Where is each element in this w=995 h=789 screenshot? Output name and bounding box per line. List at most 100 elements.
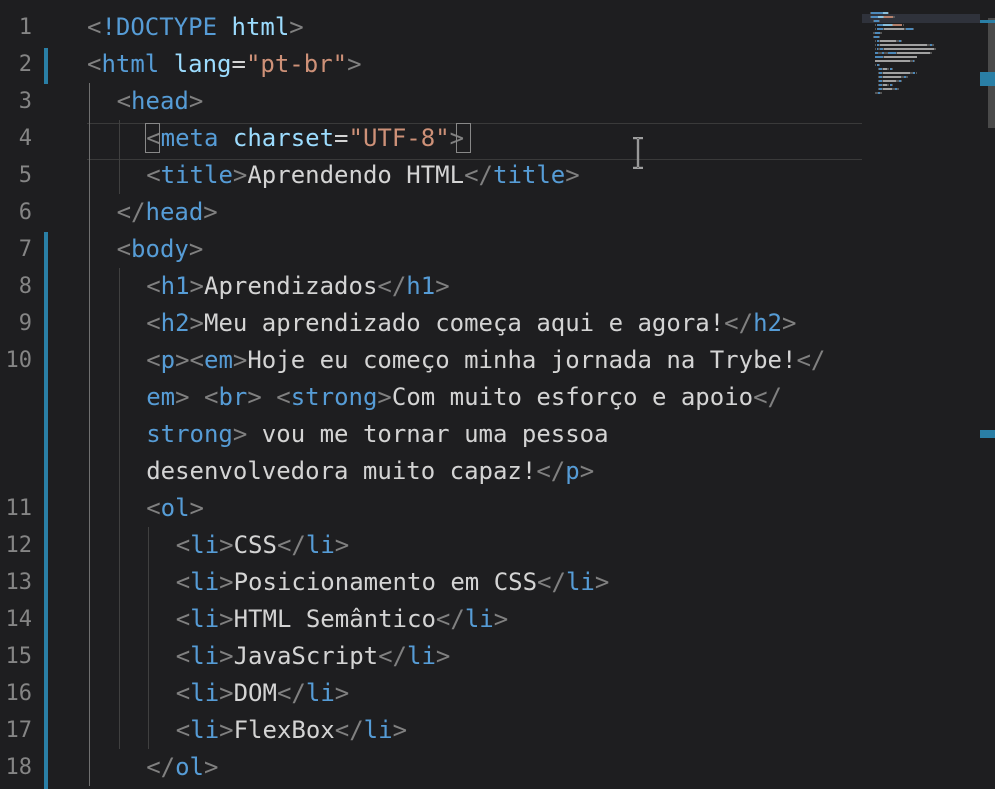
code-area[interactable]: <!DOCTYPE html> <html lang="pt-br"> <head>…	[0, 0, 862, 789]
minimap-token	[880, 92, 882, 94]
code-token: body	[131, 235, 189, 263]
code-token: </	[796, 346, 826, 374]
minimap[interactable]	[862, 0, 980, 120]
minimap-token	[932, 44, 934, 46]
code-token: li	[305, 679, 335, 707]
code-token: >	[189, 309, 204, 337]
code-editor[interactable]: 1 2 3 4 5 6 7 8 9 10 11 12 13 14 15 16 17 18 <!DOCTYPE ht…	[0, 0, 995, 789]
code-line[interactable]: <meta charset="UTF-8">	[146, 120, 464, 157]
minimap-token	[879, 64, 881, 66]
code-token: li	[190, 679, 220, 707]
code-line[interactable]: <ol>	[146, 490, 204, 527]
code-token: br	[218, 383, 248, 411]
code-line[interactable]: <p><em>Hoje eu começo minha jornada na T…	[146, 342, 825, 379]
code-token: li	[190, 716, 220, 744]
code-line[interactable]: <html lang="pt-br">	[87, 46, 362, 83]
code-token: <	[146, 309, 161, 337]
code-line[interactable]: <body>	[117, 231, 204, 268]
code-token: >	[289, 13, 304, 41]
code-token: </	[146, 753, 176, 781]
code-token: </	[435, 605, 465, 633]
code-token: >	[219, 568, 234, 596]
minimap-token	[892, 68, 894, 70]
code-line[interactable]: <li>Posicionamento em CSS</li>	[176, 564, 610, 601]
overview-ruler-mark	[980, 72, 995, 86]
code-line[interactable]: strong> vou me tornar uma pessoa	[146, 416, 608, 453]
code-token: </	[378, 642, 408, 670]
code-line[interactable]: <h1>Aprendizados</h1>	[146, 268, 449, 305]
code-token: Hoje eu começo minha jornada na Trybe!	[247, 346, 797, 374]
code-line[interactable]: <li>DOM</li>	[176, 675, 349, 712]
code-token: <	[175, 642, 191, 670]
code-token: </	[334, 716, 364, 744]
code-token: DOM	[233, 679, 277, 707]
code-line[interactable]: <head>	[117, 83, 204, 120]
code-token: >	[232, 346, 248, 374]
code-line[interactable]: em> <br> <strong>Com muito esforço e apo…	[146, 379, 782, 416]
code-token: html	[101, 50, 174, 78]
code-token: </	[753, 383, 783, 411]
minimap-token	[875, 60, 911, 62]
minimap-token	[884, 16, 894, 18]
code-token: </	[276, 531, 306, 559]
code-line[interactable]: </ol>	[146, 749, 218, 786]
code-token: <	[175, 568, 191, 596]
code-token: </	[116, 198, 146, 226]
code-line[interactable]: desenvolvedora muito capaz!</p>	[146, 453, 594, 490]
code-token: JavaScript	[233, 642, 379, 670]
code-line[interactable]: <h2>Meu aprendizado começa aqui e agora!…	[146, 305, 796, 342]
bracket-match-highlight	[456, 123, 471, 153]
code-line[interactable]: <li>CSS</li>	[176, 527, 349, 564]
overview-ruler-mark	[980, 430, 995, 438]
minimap-token	[893, 16, 895, 18]
code-token: li	[565, 568, 595, 596]
code-token: >	[334, 531, 350, 559]
minimap-token	[912, 28, 915, 30]
minimap-token	[888, 52, 896, 54]
code-token: >	[203, 198, 218, 226]
code-token: strong	[290, 383, 378, 411]
code-token: >	[392, 716, 408, 744]
code-line[interactable]: </head>	[117, 194, 218, 231]
code-token: Posicionamento em CSS	[233, 568, 538, 596]
code-token: <	[146, 346, 161, 374]
code-token: strong	[146, 420, 233, 448]
code-line[interactable]: <li>HTML Semântico</li>	[176, 601, 508, 638]
minimap-token	[875, 56, 883, 58]
code-token: >	[435, 642, 451, 670]
code-token: !DOCTYPE	[101, 13, 232, 41]
indent-guide	[118, 120, 120, 194]
code-line[interactable]: <title>Aprendendo HTML</title>	[146, 157, 580, 194]
minimap-token	[914, 60, 916, 62]
minimap-token	[871, 12, 883, 14]
code-token: <	[175, 716, 191, 744]
minimap-token	[883, 88, 893, 90]
code-token: </	[537, 568, 566, 596]
code-token: </	[276, 679, 306, 707]
bracket-match-highlight	[145, 123, 161, 153]
minimap-token	[880, 40, 896, 42]
minimap-token	[929, 52, 933, 54]
code-token: >	[781, 309, 797, 337]
code-token: <	[146, 494, 161, 522]
code-token: =	[231, 50, 246, 78]
code-token: li	[363, 716, 393, 744]
code-token: >	[188, 235, 204, 263]
code-line[interactable]: <li>JavaScript</li>	[176, 638, 451, 675]
code-token: li	[464, 605, 494, 633]
code-token: HTML Semântico	[233, 605, 436, 633]
code-token: em	[204, 346, 233, 374]
code-token: "UTF-8"	[348, 124, 450, 152]
code-token: FlexBox	[233, 716, 335, 744]
minimap-token	[906, 76, 908, 78]
minimap-token	[883, 80, 896, 82]
code-line[interactable]: <li>FlexBox</li>	[176, 712, 407, 749]
code-token: <	[175, 605, 191, 633]
code-token: vou me tornar uma pessoa	[247, 420, 609, 448]
minimap-token	[884, 48, 934, 50]
code-token: li	[407, 642, 436, 670]
code-token: p	[565, 457, 580, 485]
code-token: <	[146, 272, 161, 300]
code-line[interactable]: <!DOCTYPE html>	[87, 9, 304, 46]
code-token: >	[219, 642, 234, 670]
